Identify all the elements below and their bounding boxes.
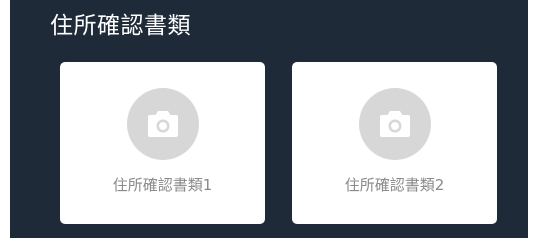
camera-icon — [126, 88, 199, 160]
section-title: 住所確認書類 — [50, 13, 191, 39]
camera-icon — [358, 88, 431, 160]
address-document-2-upload-button[interactable]: 住所確認書類2 — [292, 62, 497, 224]
screen: 住所確認書類 住所確認書類1 住所確認書類2 — [0, 0, 540, 248]
address-document-1-upload-button[interactable]: 住所確認書類1 — [60, 62, 265, 224]
address-document-section: 住所確認書類 住所確認書類1 住所確認書類2 — [10, 0, 528, 238]
upload-card-label: 住所確認書類1 — [112, 176, 213, 194]
upload-card-label: 住所確認書類2 — [344, 176, 445, 194]
